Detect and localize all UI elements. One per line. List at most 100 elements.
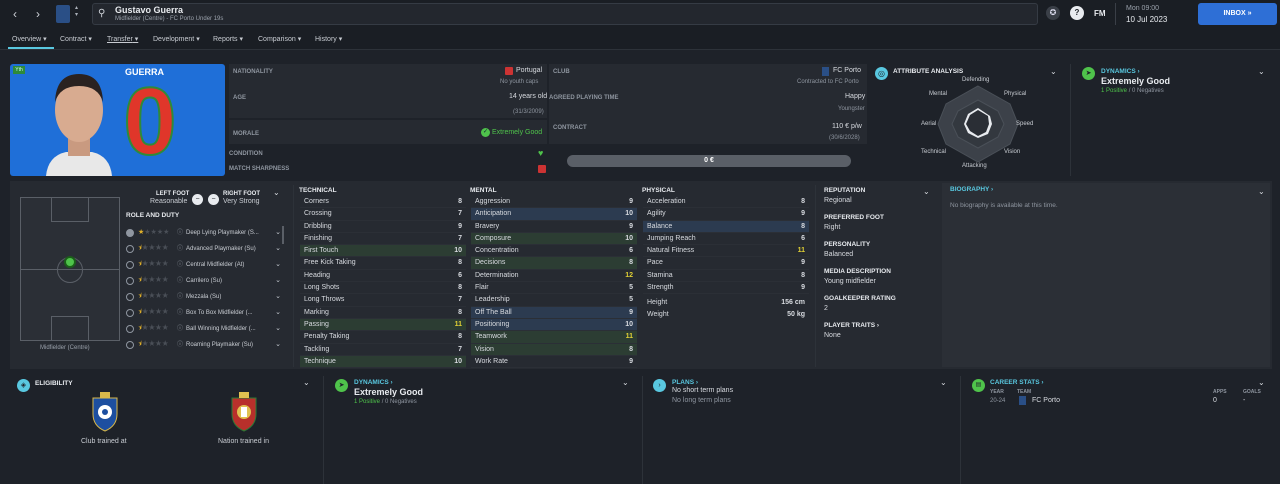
chevron-down-icon[interactable]: ⌄ xyxy=(1258,187,1265,196)
info-icon[interactable]: ⓘ xyxy=(177,273,183,289)
back-button[interactable]: ‹ xyxy=(8,4,22,24)
technical-attribute-row[interactable]: Free Kick Taking 8 xyxy=(300,257,466,270)
nationality-value[interactable]: Portugal xyxy=(516,67,542,74)
position-marker-mc[interactable] xyxy=(64,256,76,268)
mental-attribute-row[interactable]: Leadership 5 xyxy=(471,294,637,307)
mental-attribute-row[interactable]: Determination 12 xyxy=(471,270,637,283)
chevron-down-icon[interactable]: ⌄ xyxy=(622,378,629,387)
technical-attribute-row[interactable]: Corners 8 xyxy=(300,196,466,209)
role-item[interactable]: ⯨★★★★ ⓘ Roaming Playmaker (Su) ⌄ xyxy=(126,337,281,353)
dynamics-title[interactable]: DYNAMICS › xyxy=(1101,68,1140,75)
mental-attribute-row[interactable]: Aggression 9 xyxy=(471,196,637,209)
technical-attribute-row[interactable]: Finishing 7 xyxy=(300,233,466,246)
dynamics-bottom-title[interactable]: DYNAMICS › xyxy=(354,379,393,386)
chevron-down-icon[interactable]: ⌄ xyxy=(1258,378,1265,387)
chevron-down-icon[interactable]: ⌄ xyxy=(303,378,310,387)
technical-attribute-row[interactable]: Long Shots 8 xyxy=(300,282,466,295)
radio-icon[interactable] xyxy=(126,277,134,285)
physical-attribute-row[interactable]: Balance 8 xyxy=(643,220,809,233)
role-item[interactable]: ⯨★★★★ ⓘ Mezzala (Su) ⌄ xyxy=(126,289,281,305)
info-icon[interactable]: ⓘ xyxy=(177,305,183,321)
physical-attribute-row[interactable]: Jumping Reach 6 xyxy=(643,233,809,246)
trophy-icon[interactable]: ✪ xyxy=(1046,6,1060,20)
technical-attribute-row[interactable]: Passing 11 xyxy=(300,318,466,332)
mental-attribute-row[interactable]: Vision 8 xyxy=(471,343,637,356)
radio-icon[interactable] xyxy=(126,245,134,253)
mental-attribute-row[interactable]: Off The Ball 9 xyxy=(471,306,637,319)
technical-attribute-row[interactable]: Dribbling 9 xyxy=(300,221,466,233)
info-icon[interactable]: ⓘ xyxy=(177,257,183,273)
role-item[interactable]: ⯨★★★★ ⓘ Carrilero (Su) ⌄ xyxy=(126,273,281,289)
radio-icon[interactable] xyxy=(126,261,134,269)
biography-title[interactable]: BIOGRAPHY › xyxy=(950,186,993,193)
physical-attribute-row[interactable]: Acceleration 8 xyxy=(643,196,809,209)
technical-attribute-row[interactable]: Tackling 7 xyxy=(300,344,466,356)
technical-attribute-row[interactable]: Long Throws 7 xyxy=(300,294,466,307)
radio-icon[interactable] xyxy=(126,293,134,301)
tab-transfer[interactable]: Transfer ▾ xyxy=(107,35,138,43)
chevron-down-icon[interactable]: ⌄ xyxy=(275,321,281,337)
radio-icon[interactable] xyxy=(126,341,134,349)
chevron-down-icon[interactable]: ⌄ xyxy=(275,289,281,305)
role-item[interactable]: ⯨★★★★ ⓘ Advanced Playmaker (Su) ⌄ xyxy=(126,241,281,257)
radio-icon[interactable] xyxy=(126,309,134,317)
technical-attribute-row[interactable]: Heading 6 xyxy=(300,270,466,283)
technical-attribute-row[interactable]: Technique 10 xyxy=(300,355,466,369)
radio-icon[interactable] xyxy=(126,229,134,237)
role-list-scrollbar[interactable] xyxy=(282,226,284,244)
tab-development[interactable]: Development ▾ xyxy=(153,35,200,43)
career-team[interactable]: FC Porto xyxy=(1032,397,1060,404)
chevron-down-icon[interactable]: ⌄ xyxy=(275,273,281,289)
career-stats-title[interactable]: CAREER STATS › xyxy=(990,379,1044,386)
mental-attribute-row[interactable]: Concentration 6 xyxy=(471,245,637,258)
plans-title[interactable]: PLANS › xyxy=(672,379,698,386)
info-icon[interactable]: ⓘ xyxy=(177,337,183,353)
forward-button[interactable]: › xyxy=(31,4,45,24)
chevron-down-icon[interactable]: ⌄ xyxy=(1258,67,1265,76)
technical-attribute-row[interactable]: Marking 8 xyxy=(300,307,466,319)
tab-contract[interactable]: Contract ▾ xyxy=(60,35,92,43)
club-crest-icon[interactable] xyxy=(56,5,70,23)
mental-attribute-row[interactable]: Work Rate 9 xyxy=(471,356,637,369)
physical-attribute-row[interactable]: Pace 9 xyxy=(643,257,809,270)
mental-attribute-row[interactable]: Composure 10 xyxy=(471,232,637,246)
player-traits-link[interactable]: PLAYER TRAITS › xyxy=(824,322,934,329)
chevron-down-icon[interactable]: ⌄ xyxy=(1050,67,1057,76)
search-icon[interactable]: ⚲ xyxy=(98,8,105,19)
mental-attribute-row[interactable]: Anticipation 10 xyxy=(471,208,637,221)
chevron-down-icon[interactable]: ⌄ xyxy=(923,187,930,196)
mental-attribute-row[interactable]: Bravery 9 xyxy=(471,221,637,233)
mental-attribute-row[interactable]: Decisions 8 xyxy=(471,257,637,270)
role-item[interactable]: ★★★★★ ⓘ Deep Lying Playmaker (S... ⌄ xyxy=(126,225,281,241)
tab-comparison[interactable]: Comparison ▾ xyxy=(258,35,301,43)
fm-menu-button[interactable]: FM xyxy=(1094,9,1106,18)
chevron-down-icon[interactable]: ⌄ xyxy=(275,257,281,273)
chevron-down-icon[interactable]: ⌄ xyxy=(275,225,281,241)
info-icon[interactable]: ⓘ xyxy=(177,241,183,257)
physical-attribute-row[interactable]: Stamina 8 xyxy=(643,270,809,283)
technical-attribute-row[interactable]: Crossing 7 xyxy=(300,208,466,221)
technical-attribute-row[interactable]: Penalty Taking 8 xyxy=(300,331,466,344)
physical-attribute-row[interactable]: Agility 9 xyxy=(643,208,809,221)
radio-icon[interactable] xyxy=(126,325,134,333)
inbox-button[interactable]: INBOX » xyxy=(1198,3,1277,25)
tab-history[interactable]: History ▾ xyxy=(315,35,342,43)
info-icon[interactable]: ⓘ xyxy=(177,321,183,337)
chevron-down-icon[interactable]: ⌄ xyxy=(940,378,947,387)
tab-reports[interactable]: Reports ▾ xyxy=(213,35,243,43)
technical-attribute-row[interactable]: First Touch 10 xyxy=(300,245,466,258)
physical-attribute-row[interactable]: Natural Fitness 11 xyxy=(643,245,809,258)
value-bar[interactable]: 0 € xyxy=(567,155,851,167)
chevron-down-icon[interactable]: ⌄ xyxy=(275,337,281,353)
physical-attribute-row[interactable]: Strength 9 xyxy=(643,282,809,295)
role-item[interactable]: ⯨★★★★ ⓘ Central Midfielder (At) ⌄ xyxy=(126,257,281,273)
mental-attribute-row[interactable]: Teamwork 11 xyxy=(471,331,637,344)
role-item[interactable]: ⯨★★★★ ⓘ Box To Box Midfielder (... ⌄ xyxy=(126,305,281,321)
chevron-updown-icon[interactable]: ▴ ▾ xyxy=(75,5,78,19)
mental-attribute-row[interactable]: Flair 5 xyxy=(471,282,637,295)
tab-overview[interactable]: Overview ▾ xyxy=(12,35,47,43)
player-search-bar[interactable] xyxy=(92,3,1038,25)
chevron-down-icon[interactable]: ⌄ xyxy=(275,241,281,257)
info-icon[interactable]: ⓘ xyxy=(177,289,183,305)
role-item[interactable]: ⯨★★★★ ⓘ Ball Winning Midfielder (... ⌄ xyxy=(126,321,281,337)
